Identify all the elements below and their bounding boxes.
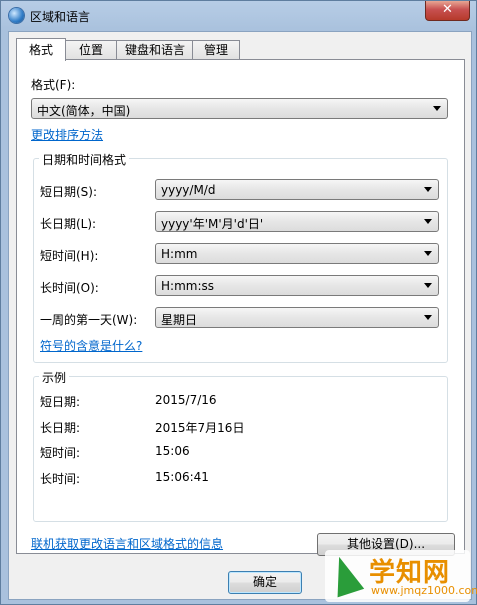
chevron-down-icon (424, 283, 432, 288)
datetime-format-group: 日期和时间格式 短日期(S): yyyy/M/d 长日期(L): yyyy'年'… (33, 151, 448, 363)
first-day-of-week-value: 星期日 (161, 313, 198, 327)
format-select-value: 中文(简体，中国) (37, 104, 131, 118)
chevron-down-icon (424, 251, 432, 256)
change-sort-link[interactable]: 更改排序方法 (31, 126, 103, 143)
long-time-select[interactable]: H:mm:ss (155, 275, 439, 296)
globe-icon (9, 8, 24, 23)
example-long-date-value: 2015年7月16日 (155, 421, 245, 435)
example-short-date-label: 短日期: (40, 395, 81, 409)
example-short-time-label: 短时间: (40, 446, 81, 460)
long-date-value: yyyy'年'M'月'd'日' (161, 217, 264, 231)
arrow-logo-icon (325, 552, 365, 598)
ok-button[interactable]: 确定 (228, 571, 302, 594)
example-short-date-value: 2015/7/16 (155, 393, 217, 407)
short-time-value: H:mm (161, 247, 198, 261)
online-info-link[interactable]: 联机获取更改语言和区域格式的信息 (31, 535, 223, 552)
window-title: 区域和语言 (30, 10, 91, 24)
example-long-date-label: 长日期: (40, 421, 81, 435)
long-date-label: 长日期(L): (40, 217, 97, 231)
short-date-label: 短日期(S): (40, 185, 98, 199)
dialog-client: 格式 位置 键盘和语言 管理 格式(F): 中文(简体，中国) 更改排序方法 日… (8, 31, 472, 600)
title-bar[interactable]: 区域和语言 ✕ (1, 1, 477, 31)
example-long-time-label: 长时间: (40, 472, 81, 486)
example-group: 示例 短日期: 2015/7/16 长日期: 2015年7月16日 短时间: 1… (33, 369, 448, 522)
tab-keyboard-language[interactable]: 键盘和语言 (116, 40, 194, 60)
chevron-down-icon (424, 315, 432, 320)
example-group-title: 示例 (39, 369, 70, 386)
tab-format[interactable]: 格式 (16, 38, 66, 61)
long-date-select[interactable]: yyyy'年'M'月'd'日' (155, 211, 439, 232)
datetime-group-title: 日期和时间格式 (39, 151, 130, 168)
symbol-meaning-link[interactable]: 符号的含意是什么? (40, 337, 142, 354)
tab-location[interactable]: 位置 (64, 40, 118, 60)
short-time-select[interactable]: H:mm (155, 243, 439, 264)
format-label: 格式(F): (31, 78, 76, 92)
short-time-label: 短时间(H): (40, 249, 99, 263)
chevron-down-icon (424, 219, 432, 224)
first-day-of-week-select[interactable]: 星期日 (155, 307, 439, 328)
short-date-value: yyyy/M/d (161, 183, 216, 197)
first-day-of-week-label: 一周的第一天(W): (40, 313, 138, 327)
example-short-time-value: 15:06 (155, 444, 190, 458)
example-long-time-value: 15:06:41 (155, 470, 209, 484)
long-time-label: 长时间(O): (40, 281, 99, 295)
chevron-down-icon (424, 187, 432, 192)
dialog-window: 区域和语言 ✕ 格式 位置 键盘和语言 管理 格式(F): 中文(简体，中国) … (0, 0, 477, 605)
close-button[interactable]: ✕ (425, 1, 470, 21)
format-tab-panel: 格式(F): 中文(简体，中国) 更改排序方法 日期和时间格式 短日期(S): … (16, 59, 465, 556)
watermark-url-text: www.jmqz1000.com (371, 584, 477, 597)
short-date-select[interactable]: yyyy/M/d (155, 179, 439, 200)
long-time-value: H:mm:ss (161, 279, 214, 293)
format-select[interactable]: 中文(简体，中国) (31, 98, 448, 119)
watermark-logo: 学知网 www.jmqz1000.com (325, 550, 477, 602)
tab-admin[interactable]: 管理 (192, 40, 240, 60)
chevron-down-icon (433, 106, 441, 111)
